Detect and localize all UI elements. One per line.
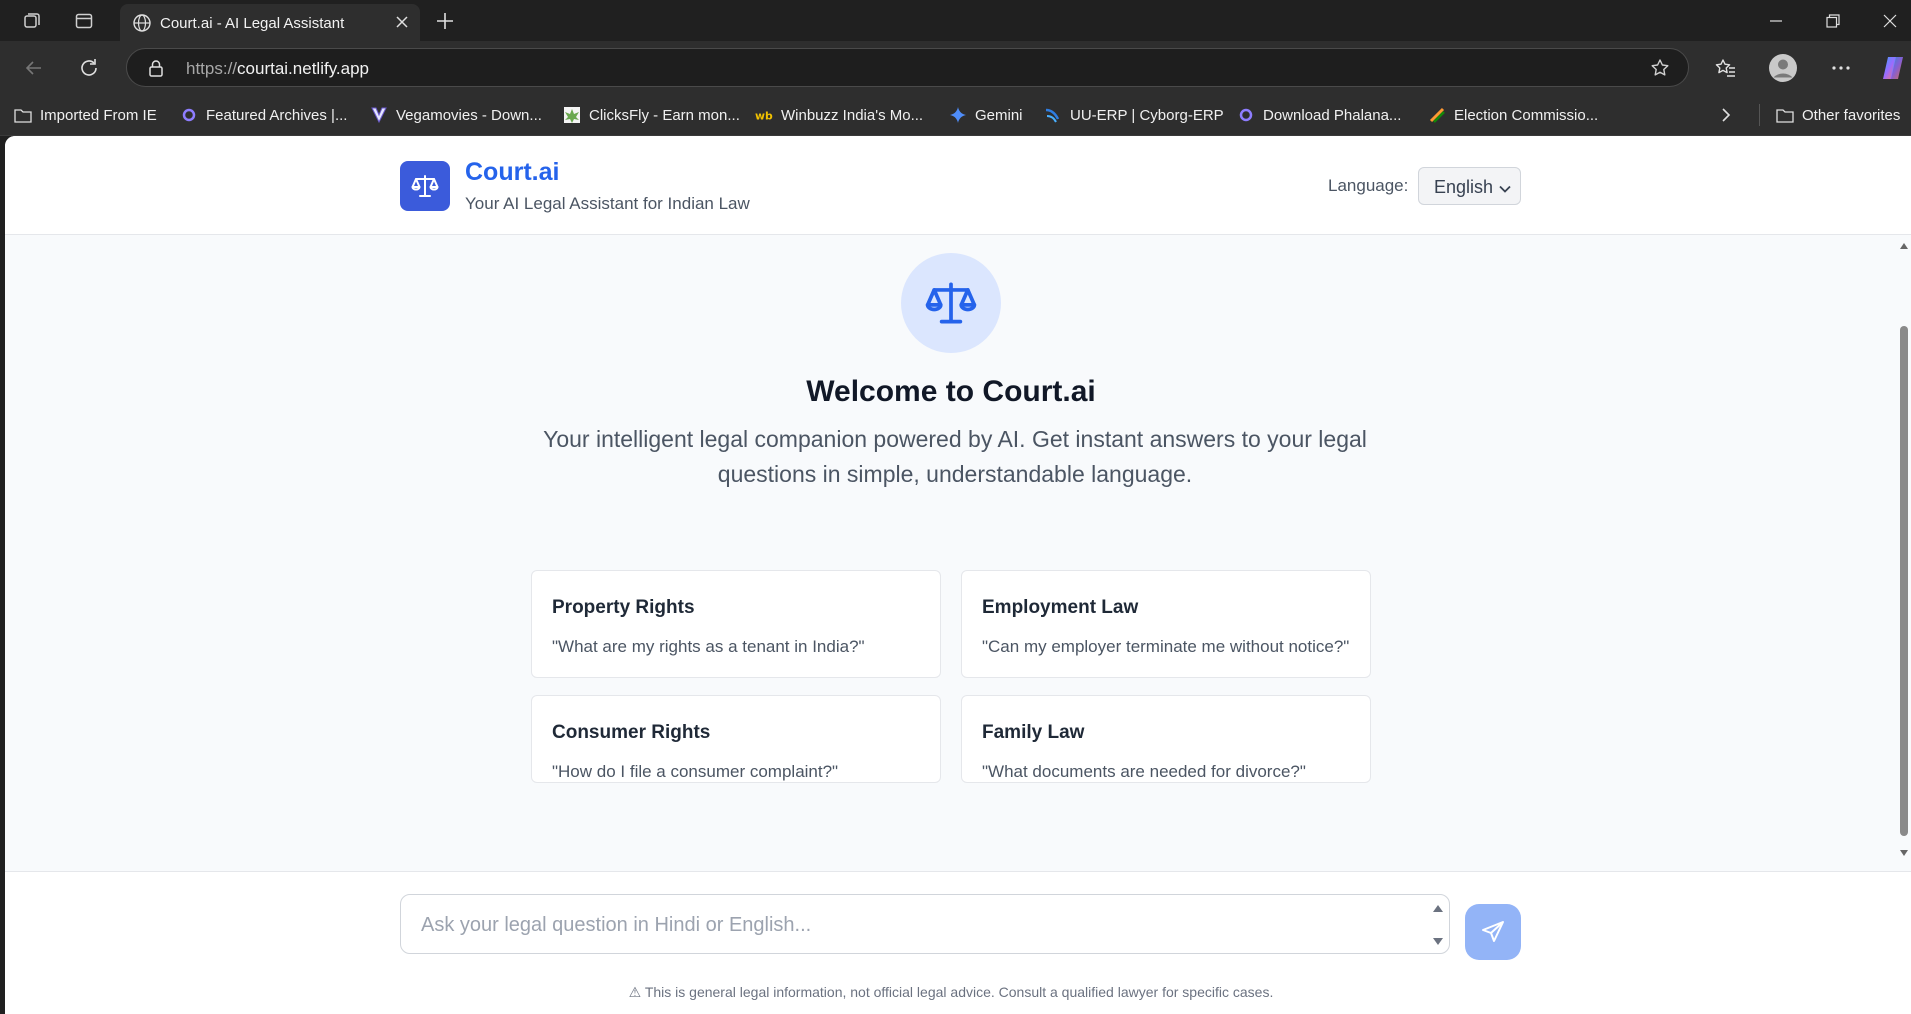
question-input[interactable]: Ask your legal question in Hindi or Engl… [400, 894, 1450, 954]
bookmarks-overflow-chevron-icon[interactable] [1719, 104, 1733, 126]
back-icon[interactable] [20, 54, 48, 82]
bookmark-uu-erp[interactable]: UU-ERP | Cyborg-ERP [1044, 104, 1224, 126]
scrollbar-thumb[interactable] [1900, 326, 1908, 836]
card-question: "What documents are needed for divorce?" [982, 762, 1306, 781]
bookmark-winbuzz[interactable]: wb Winbuzz India's Mo... [755, 104, 923, 126]
scales-of-justice-icon [411, 175, 439, 197]
chat-scroll-area[interactable]: Welcome to Court.ai Your intelligent leg… [5, 235, 1911, 871]
brand-name[interactable]: Court.ai [465, 158, 559, 187]
site-header: Court.ai Your AI Legal Assistant for Ind… [5, 136, 1911, 235]
tab-title: Court.ai - AI Legal Assistant [160, 15, 345, 32]
address-bar-row: https://courtai.netlify.app [0, 41, 1911, 94]
site-icon [180, 106, 198, 124]
scrollbar[interactable] [1897, 235, 1911, 871]
site-icon [1237, 106, 1255, 124]
example-card-family-law[interactable]: Family Law "What documents are needed fo… [961, 695, 1371, 783]
language-select[interactable]: English [1418, 167, 1521, 205]
composer: Ask your legal question in Hindi or Engl… [5, 871, 1911, 1014]
svg-text:wb: wb [755, 110, 773, 123]
bookmarks-bar: Imported From IE Featured Archives |... … [0, 94, 1911, 136]
language-selected-value: English [1434, 177, 1494, 197]
profile-avatar-icon[interactable] [1768, 53, 1798, 83]
scroll-down-arrow-icon[interactable] [1900, 850, 1908, 856]
reload-icon[interactable] [75, 54, 103, 82]
globe-icon [132, 13, 152, 38]
new-tab-icon[interactable] [433, 9, 457, 33]
lock-icon[interactable] [148, 59, 164, 82]
card-question: "How do I file a consumer complaint?" [552, 762, 839, 781]
v-logo-icon [370, 106, 388, 124]
textarea-resize-arrows-icon[interactable] [1431, 903, 1445, 947]
card-question: "Can my employer terminate me without no… [982, 637, 1350, 656]
close-window-icon[interactable] [1878, 10, 1902, 32]
bookmark-featured-archives[interactable]: Featured Archives |... [180, 104, 347, 126]
browser-tab-bar: Court.ai - AI Legal Assistant [0, 0, 1911, 41]
logo[interactable] [400, 161, 450, 211]
wb-logo-icon: wb [755, 106, 773, 124]
page-viewport: Court.ai Your AI Legal Assistant for Ind… [5, 136, 1911, 1014]
scroll-up-arrow-icon[interactable] [1900, 243, 1908, 249]
copilot-icon[interactable] [1878, 53, 1908, 83]
vertical-tabs-icon[interactable] [72, 9, 96, 33]
card-title: Family Law [982, 722, 1085, 743]
minimize-icon[interactable] [1764, 10, 1788, 32]
card-title: Employment Law [982, 597, 1139, 618]
close-tab-icon[interactable] [392, 12, 412, 32]
question-input-placeholder: Ask your legal question in Hindi or Engl… [421, 914, 812, 936]
example-card-consumer-rights[interactable]: Consumer Rights "How do I file a consume… [531, 695, 941, 783]
active-tab[interactable]: Court.ai - AI Legal Assistant [120, 4, 420, 41]
chevron-down-icon [1498, 180, 1512, 201]
other-favorites[interactable]: Other favorites [1776, 104, 1900, 126]
restore-icon[interactable] [1821, 10, 1845, 32]
card-question: "What are my rights as a tenant in India… [552, 637, 865, 656]
bookmark-imported-from-ie[interactable]: Imported From IE [14, 104, 157, 126]
address-bar[interactable]: https://courtai.netlify.app [126, 48, 1689, 87]
bookmark-election-commission[interactable]: Election Commissio... [1428, 104, 1598, 126]
welcome-heading: Welcome to Court.ai [806, 375, 1096, 408]
favorite-star-icon[interactable] [1650, 58, 1670, 83]
more-options-icon[interactable] [1826, 53, 1856, 83]
folder-icon [1776, 106, 1794, 124]
site-icon [1428, 106, 1446, 124]
hero-badge [901, 253, 1001, 353]
bookmarks-divider [1759, 104, 1760, 126]
legal-disclaimer: ⚠ This is general legal information, not… [628, 984, 1274, 1000]
gemini-sparkle-icon [949, 106, 967, 124]
example-card-employment-law[interactable]: Employment Law "Can my employer terminat… [961, 570, 1371, 678]
send-paper-plane-icon [1482, 921, 1504, 942]
bookmark-download-phalana[interactable]: Download Phalana... [1237, 104, 1401, 126]
folder-icon [14, 106, 32, 124]
bookmark-gemini[interactable]: Gemini [949, 104, 1023, 126]
welcome-intro: Your intelligent legal companion powered… [543, 426, 1367, 487]
example-card-property-rights[interactable]: Property Rights "What are my rights as a… [531, 570, 941, 678]
bookmark-vegamovies[interactable]: Vegamovies - Down... [370, 104, 542, 126]
favorites-icon[interactable] [1710, 53, 1740, 83]
scales-of-justice-icon [925, 282, 977, 324]
workspaces-icon[interactable] [20, 9, 44, 33]
url-text: https://courtai.netlify.app [186, 59, 370, 78]
send-button[interactable] [1465, 904, 1521, 960]
card-title: Property Rights [552, 597, 695, 618]
brand-tagline: Your AI Legal Assistant for Indian Law [465, 194, 750, 213]
card-title: Consumer Rights [552, 722, 711, 743]
site-icon [1044, 106, 1062, 124]
language-label: Language: [1328, 176, 1409, 195]
site-icon [563, 106, 581, 124]
bookmark-clicksfly[interactable]: ClicksFly - Earn mon... [563, 104, 740, 126]
